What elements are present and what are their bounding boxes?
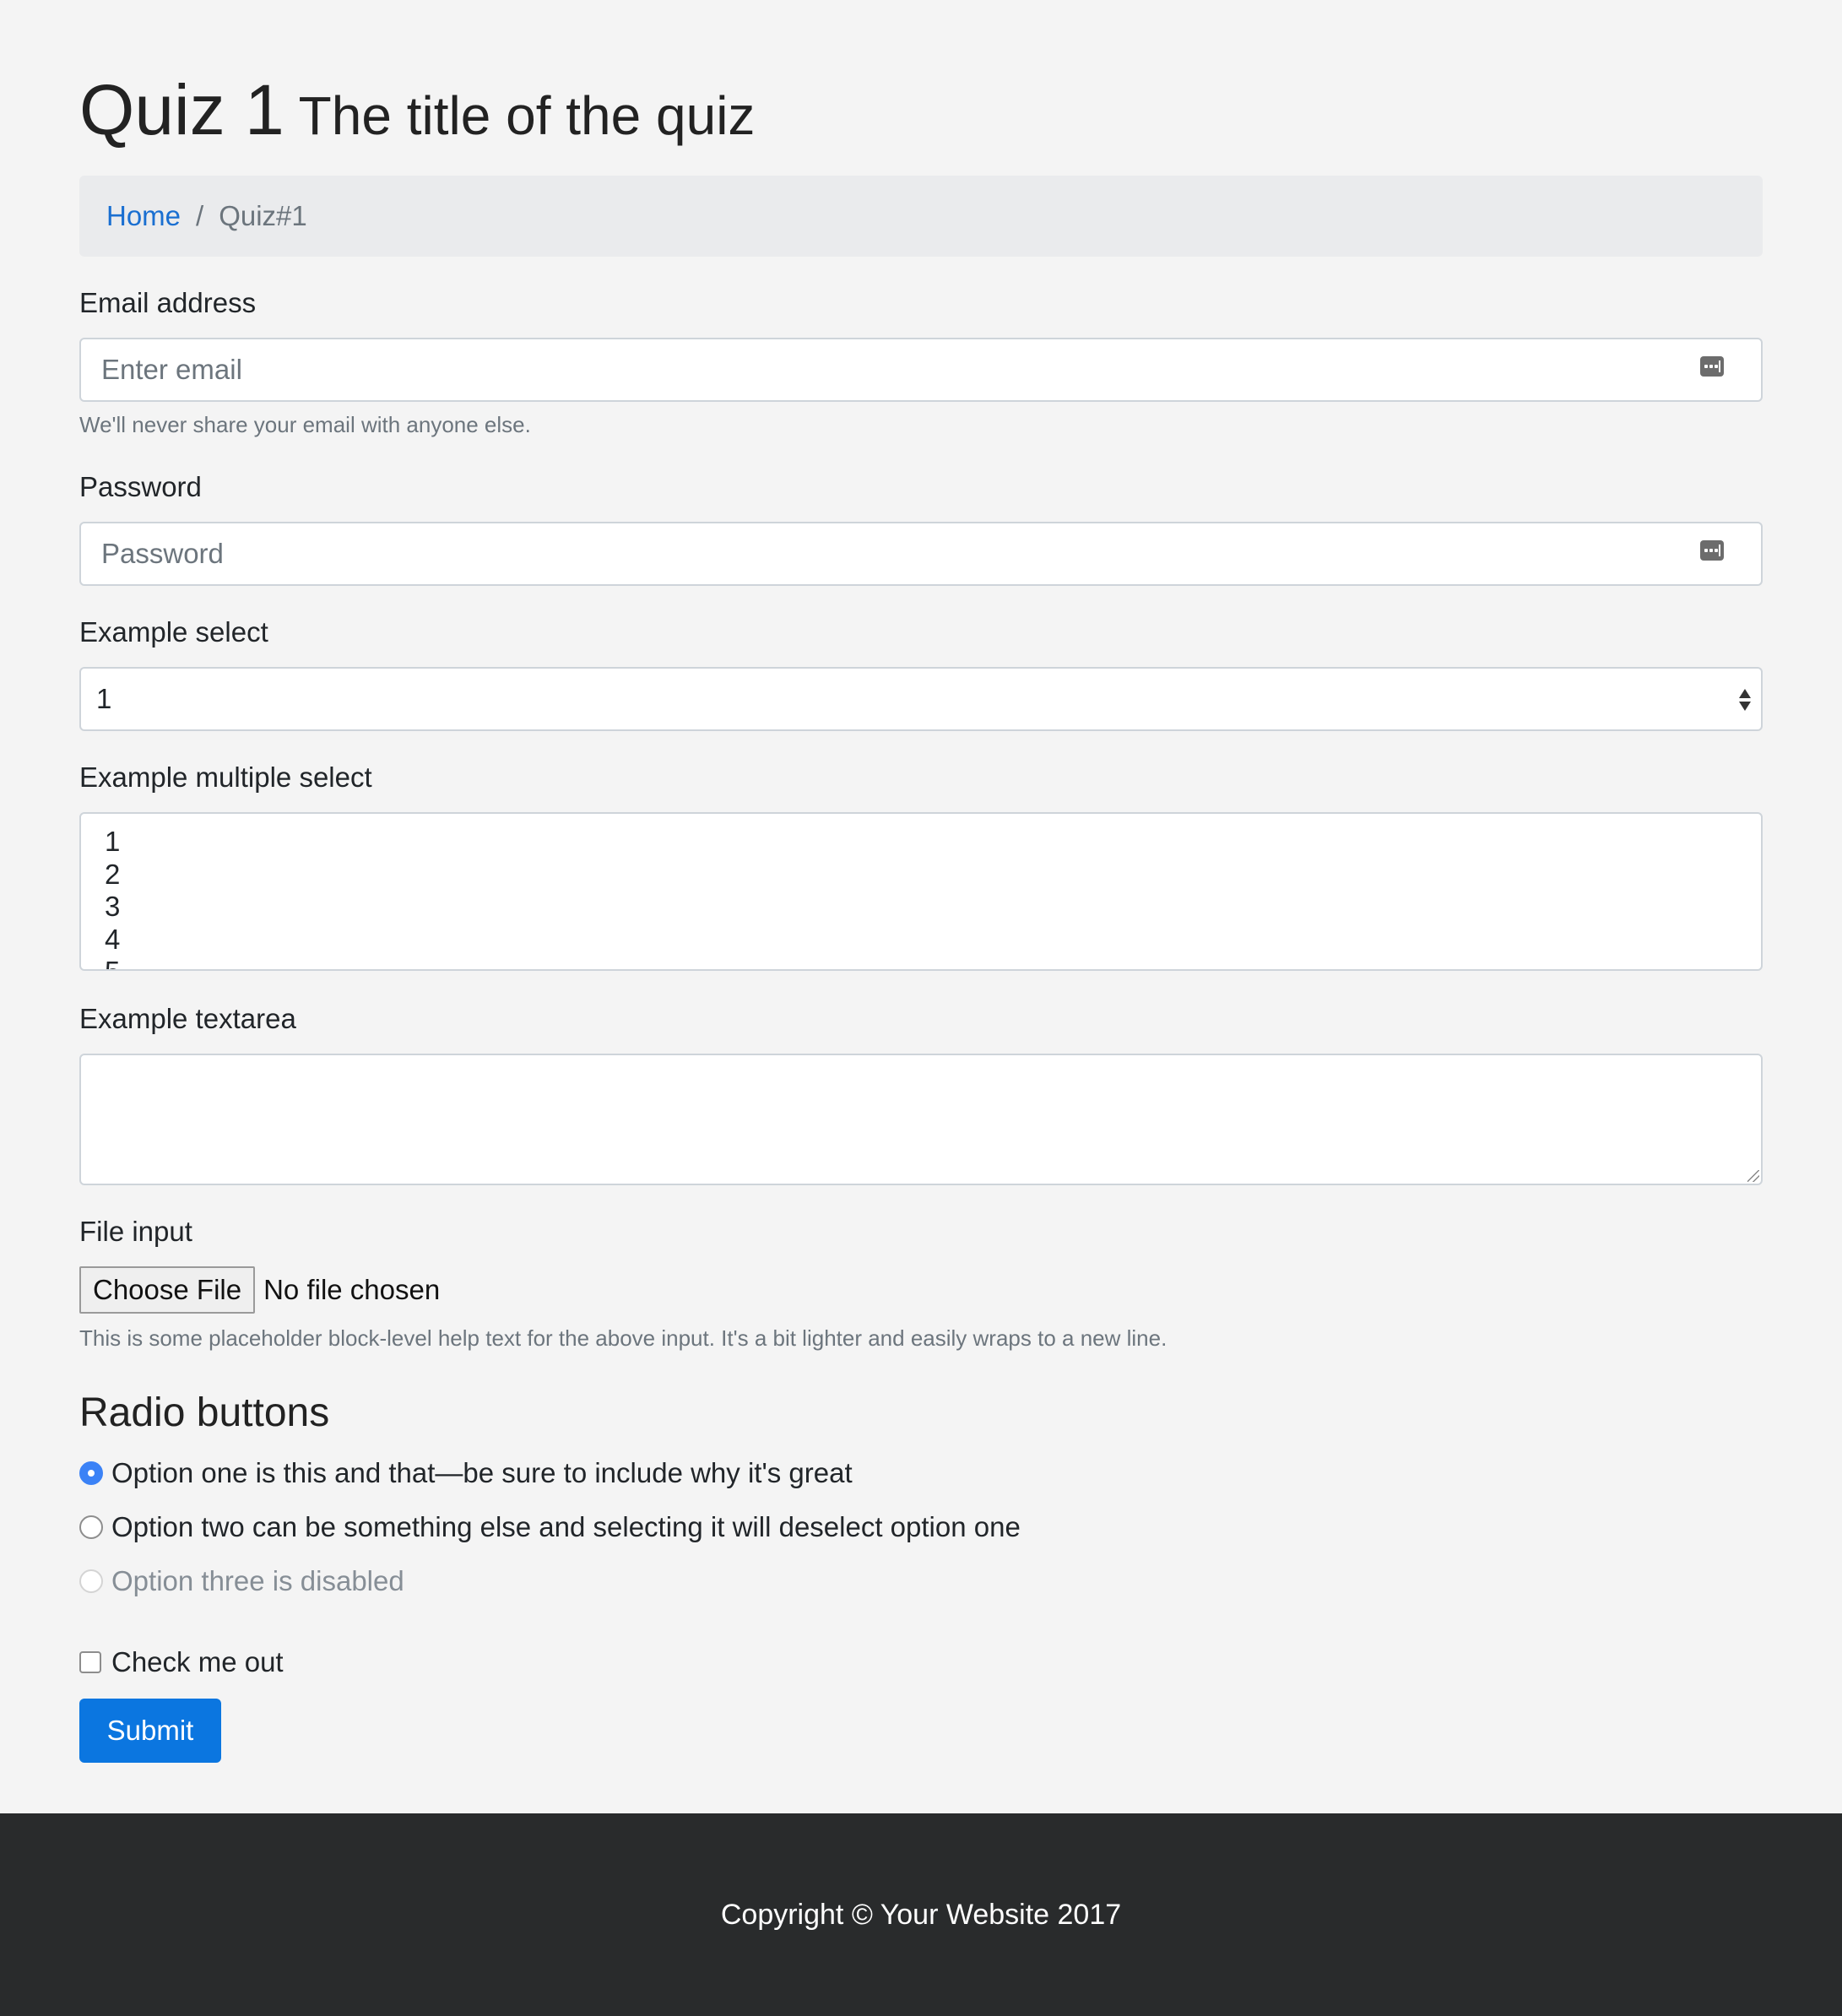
checkbox-label: Check me out <box>111 1646 284 1677</box>
multi-select-option[interactable]: 5 <box>105 956 1761 969</box>
radio-option-label: Option three is disabled <box>111 1565 404 1596</box>
file-input: Choose File No file chosen <box>79 1266 440 1314</box>
example-textarea[interactable] <box>79 1054 1763 1185</box>
password-placeholder: Password <box>101 538 224 569</box>
multi-select-option[interactable]: 1 <box>105 826 1761 859</box>
radio-option-label: Option two can be something else and sel… <box>111 1511 1021 1542</box>
password-key-icon[interactable] <box>1700 540 1724 561</box>
quiz-number-title: Quiz 1 <box>79 70 284 149</box>
example-select[interactable]: 1 <box>79 667 1763 731</box>
submit-button[interactable]: Submit <box>79 1699 221 1763</box>
breadcrumb: Home / Quiz#1 <box>79 176 1763 257</box>
radio-disabled-icon <box>79 1569 103 1593</box>
breadcrumb-home-link[interactable]: Home <box>106 200 181 232</box>
quiz-subtitle: The title of the quiz <box>298 85 756 146</box>
select-value: 1 <box>96 683 112 714</box>
multi-select-label: Example multiple select <box>79 761 372 793</box>
file-input-label: File input <box>79 1216 192 1247</box>
password-label: Password <box>79 471 202 502</box>
resize-grip-icon[interactable] <box>1747 1170 1759 1182</box>
email-placeholder: Enter email <box>101 354 242 385</box>
file-status-text: No file chosen <box>263 1274 441 1305</box>
password-key-icon[interactable] <box>1700 356 1724 377</box>
updown-arrows-icon <box>1737 686 1753 714</box>
select-label: Example select <box>79 616 268 648</box>
checkbox-icon[interactable] <box>79 1651 101 1673</box>
radio-option-label: Option one is this and that—be sure to i… <box>111 1457 853 1488</box>
radio-option-two[interactable]: Option two can be something else and sel… <box>79 1511 1021 1543</box>
email-label: Email address <box>79 287 257 318</box>
radio-option-one[interactable]: Option one is this and that—be sure to i… <box>79 1457 853 1489</box>
radio-checked-icon[interactable] <box>79 1461 103 1485</box>
password-field[interactable]: Password <box>79 522 1763 586</box>
radio-section-title: Radio buttons <box>79 1390 330 1435</box>
radio-option-three: Option three is disabled <box>79 1565 404 1597</box>
email-help-text: We'll never share your email with anyone… <box>79 412 531 437</box>
breadcrumb-separator: / <box>196 200 204 231</box>
page-title: Quiz 1 The title of the quiz <box>79 74 755 145</box>
footer-copyright: Copyright © Your Website 2017 <box>720 1898 1122 1931</box>
choose-file-button[interactable]: Choose File <box>79 1266 256 1314</box>
file-help-text: This is some placeholder block-level hel… <box>79 1325 1168 1351</box>
textarea-label: Example textarea <box>79 1003 296 1034</box>
multi-select-option[interactable]: 2 <box>105 859 1761 891</box>
multi-select-option[interactable]: 4 <box>105 924 1761 957</box>
check-me-out[interactable]: Check me out <box>79 1646 284 1678</box>
breadcrumb-current: Quiz#1 <box>219 200 307 231</box>
radio-unchecked-icon[interactable] <box>79 1515 103 1539</box>
email-field[interactable]: Enter email <box>79 338 1763 402</box>
multi-select-option[interactable]: 3 <box>105 891 1761 924</box>
footer: Copyright © Your Website 2017 <box>0 1813 1842 2016</box>
multi-select-list[interactable]: 1 2 3 4 5 <box>79 812 1763 971</box>
